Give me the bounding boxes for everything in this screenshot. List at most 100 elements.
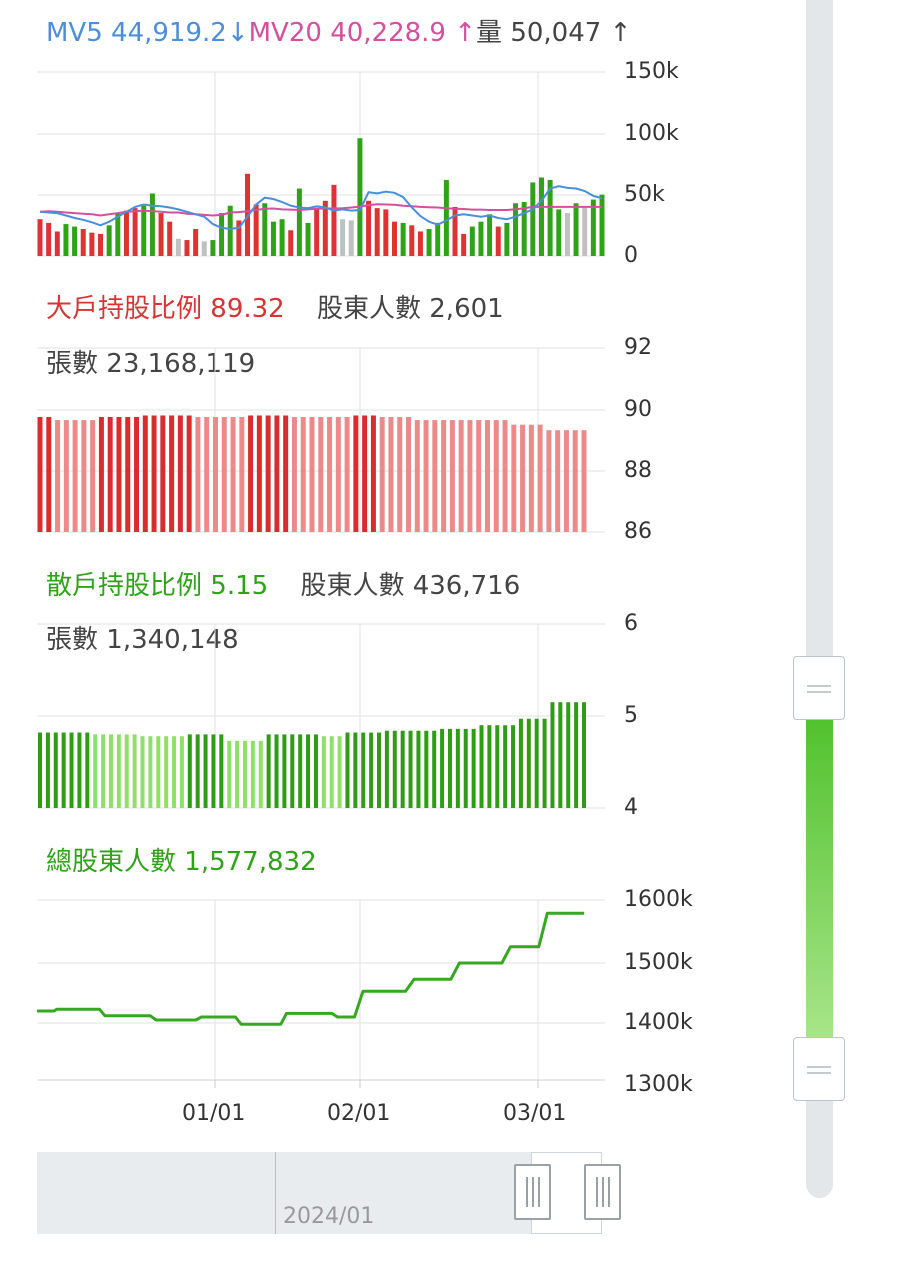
large-holders-bar	[186, 415, 192, 532]
volume-bar	[469, 226, 475, 256]
retail-holders-bar	[534, 718, 539, 808]
large-holders-bar	[327, 417, 333, 532]
large-holders-bar	[248, 415, 254, 532]
large-holders-bar	[204, 417, 210, 532]
retail-holders-bar	[211, 734, 216, 808]
large-holders-bar	[484, 420, 490, 532]
retail-holders-bar	[503, 725, 508, 808]
retail-holders-bar	[53, 732, 58, 808]
grip-line-icon	[602, 1177, 604, 1207]
large-holders-bar	[221, 417, 227, 532]
retail-holders-bar	[495, 725, 500, 808]
retail-holders-bar	[85, 732, 90, 808]
volume-bar	[331, 184, 337, 256]
volume-bar	[158, 213, 164, 256]
large-holders-bar	[449, 420, 455, 532]
retail-holders-bar	[77, 732, 82, 808]
grip-line-icon	[807, 1066, 831, 1068]
retail-holders-bar	[424, 730, 429, 808]
volume-bar	[582, 206, 588, 256]
slider-top-handle[interactable]	[793, 656, 845, 720]
volume-bar	[253, 204, 259, 256]
volume-bar	[72, 226, 78, 256]
retail-holders-bar	[487, 725, 492, 808]
large-holders-bar	[230, 417, 236, 532]
volume-bar	[115, 213, 121, 256]
large-holders-bar	[581, 430, 587, 532]
large-holders-bar	[458, 420, 464, 532]
volume-bar	[426, 229, 432, 256]
volume-bar	[149, 193, 155, 256]
volume-bar	[167, 221, 173, 256]
volume-bar	[98, 233, 104, 256]
volume-bar	[80, 229, 86, 256]
navigator-label: 2024/01	[283, 1204, 375, 1229]
grip-line-icon	[807, 685, 831, 687]
retail-holders-bar	[93, 734, 98, 808]
large-holders-bar	[467, 420, 473, 532]
retail-holders-bar	[384, 730, 389, 808]
retail-holders-bar	[345, 732, 350, 808]
large-holders-bar	[283, 415, 289, 532]
retail-holders-bar	[108, 734, 113, 808]
retail-holders-bar	[69, 732, 74, 808]
large-holders-bar	[572, 430, 578, 532]
retail-holders-bar	[526, 718, 531, 808]
retail-holders-bar	[45, 732, 50, 808]
retail-holders-bar	[471, 728, 476, 808]
retail-holders-bar	[377, 732, 382, 808]
slider-bottom-handle[interactable]	[793, 1037, 845, 1101]
large-holders-bar	[344, 417, 350, 532]
retail-holders-bar	[566, 702, 571, 808]
retail-holders-bar	[148, 736, 153, 808]
volume-bar	[495, 226, 501, 256]
volume-bar	[366, 200, 372, 256]
grip-line-icon	[538, 1177, 540, 1207]
volume-bar	[435, 222, 441, 256]
volume-bar	[141, 205, 147, 256]
navigator-right-handle[interactable]	[584, 1164, 621, 1220]
large-holders-bar	[107, 417, 113, 532]
large-holders-bar	[63, 420, 69, 532]
retail-holders-bar	[227, 740, 232, 808]
volume-bar	[340, 219, 346, 256]
large-holders-bar	[406, 417, 412, 532]
large-holders-bar	[239, 417, 245, 532]
volume-bar	[513, 203, 519, 256]
volume-bar	[374, 208, 380, 256]
navigator-left-handle[interactable]	[514, 1164, 551, 1220]
large-holders-bar	[493, 420, 499, 532]
volume-bar	[599, 194, 605, 256]
large-holders-bar	[563, 430, 569, 532]
volume-bar	[487, 214, 493, 256]
large-holders-bar	[212, 417, 218, 532]
large-holders-bar	[379, 417, 385, 532]
large-holders-bar	[432, 420, 438, 532]
large-holders-bar	[520, 424, 526, 532]
retail-holders-bar	[116, 734, 121, 808]
retail-holders-bar	[550, 702, 555, 808]
large-holders-bar	[90, 420, 96, 532]
large-holders-bar	[142, 415, 148, 532]
retail-holders-bar	[187, 734, 192, 808]
volume-bar	[383, 209, 389, 256]
volume-bar	[89, 232, 95, 256]
grip-line-icon	[532, 1177, 534, 1207]
retail-holders-bar	[172, 736, 177, 808]
large-holders-bar	[370, 415, 376, 532]
grip-line-icon	[608, 1177, 610, 1207]
volume-bar	[564, 213, 570, 256]
large-holders-bar	[134, 417, 140, 532]
retail-holders-bar	[511, 725, 516, 808]
large-holders-bar	[353, 415, 359, 532]
retail-holders-bar	[321, 736, 326, 808]
retail-holders-bar	[124, 734, 129, 808]
large-holders-bar	[125, 417, 131, 532]
volume-bar	[63, 224, 69, 256]
retail-holders-bar	[164, 736, 169, 808]
large-holders-bar	[151, 415, 157, 532]
volume-bar	[201, 241, 207, 256]
retail-holders-bar	[518, 718, 523, 808]
large-holders-bar	[528, 424, 534, 532]
large-holders-bar	[414, 420, 420, 532]
